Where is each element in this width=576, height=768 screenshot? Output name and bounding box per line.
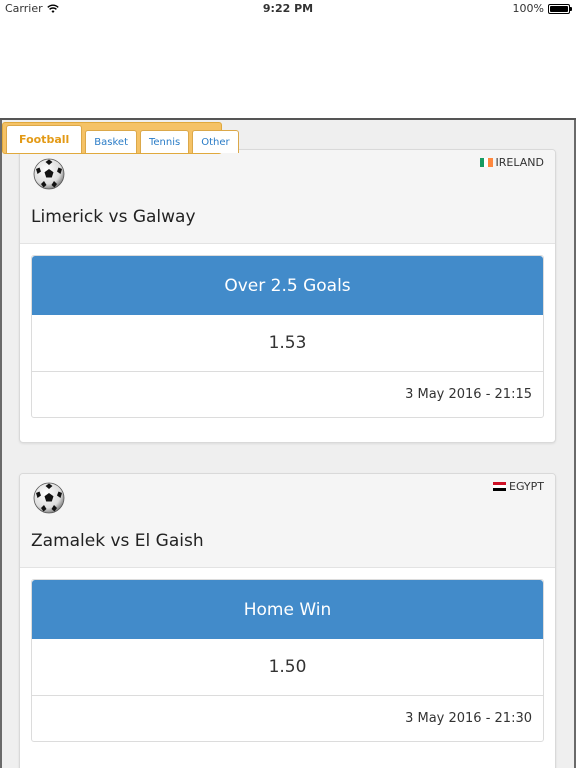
egypt-flag-icon	[493, 482, 506, 491]
tab-football[interactable]: Football	[6, 125, 83, 153]
match-card-header: IRELAND Limerick vs Galway	[20, 150, 555, 244]
clock: 9:22 PM	[262, 2, 314, 15]
odds-value: 1.53	[32, 315, 543, 372]
match-card[interactable]: IRELAND Limerick vs Galway Over 2.5 Goal…	[19, 149, 556, 443]
tab-tennis[interactable]: Tennis	[140, 130, 190, 153]
country-name: IRELAND	[495, 156, 544, 169]
match-datetime: 3 May 2016 - 21:30	[405, 711, 532, 726]
battery-icon	[548, 3, 572, 14]
status-bar: Carrier 9:22 PM 100%	[0, 0, 576, 18]
match-card-header: EGYPT Zamalek vs El Gaish	[20, 474, 555, 568]
ireland-flag-icon	[479, 158, 493, 167]
battery-indicator: 100%	[512, 2, 572, 15]
bet-type-banner: Home Win	[32, 580, 543, 639]
country-name: EGYPT	[509, 480, 544, 493]
soccer-ball-icon	[33, 482, 65, 514]
tab-other[interactable]: Other	[192, 130, 239, 153]
match-card[interactable]: EGYPT Zamalek vs El Gaish Home Win 1.50 …	[19, 473, 556, 768]
battery-percent: 100%	[512, 2, 544, 15]
bet-type-banner: Over 2.5 Goals	[32, 256, 543, 315]
country-label: EGYPT	[493, 480, 544, 493]
match-title: Limerick vs Galway	[31, 207, 196, 227]
soccer-ball-icon	[33, 158, 65, 190]
match-datetime: 3 May 2016 - 21:15	[405, 387, 532, 402]
tab-basket[interactable]: Basket	[85, 130, 137, 153]
match-title: Zamalek vs El Gaish	[31, 531, 204, 551]
bet-box: Home Win 1.50 3 May 2016 - 21:30	[31, 579, 544, 742]
odds-value: 1.50	[32, 639, 543, 696]
bet-box: Over 2.5 Goals 1.53 3 May 2016 - 21:15	[31, 255, 544, 418]
country-label: IRELAND	[479, 156, 544, 169]
sport-tabs: Football Basket Tennis Other	[2, 122, 239, 154]
